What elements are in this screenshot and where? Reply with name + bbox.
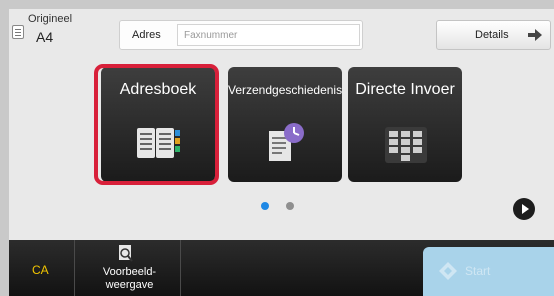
selection-highlight bbox=[94, 64, 219, 185]
page-indicator-dot-active[interactable] bbox=[261, 202, 269, 210]
page-indicator-dot[interactable] bbox=[286, 202, 294, 210]
clear-all-label: CA bbox=[32, 263, 49, 277]
address-bar: Adres Faxnummer bbox=[119, 20, 363, 50]
tile-label: Verzendgeschiedenis bbox=[228, 83, 342, 97]
next-page-button[interactable] bbox=[513, 198, 535, 220]
details-button[interactable]: Details bbox=[436, 20, 551, 50]
address-label: Adres bbox=[132, 29, 161, 41]
details-label: Details bbox=[475, 29, 509, 41]
arrow-right-icon bbox=[528, 29, 542, 41]
original-document-icon bbox=[12, 25, 24, 39]
tile-directe-invoer[interactable]: Directe Invoer bbox=[348, 67, 462, 182]
preview-magnifier-icon bbox=[119, 245, 133, 262]
start-label: Start bbox=[465, 264, 491, 278]
start-diamond-icon bbox=[439, 262, 457, 280]
clear-all-button[interactable]: CA bbox=[9, 240, 75, 296]
tile-label: Directe Invoer bbox=[355, 81, 455, 98]
preview-button[interactable]: Voorbeeld- weergave bbox=[79, 240, 181, 296]
tile-verzendgeschiedenis[interactable]: Verzendgeschiedenis bbox=[228, 67, 342, 182]
preview-label: Voorbeeld- weergave bbox=[102, 266, 157, 291]
fax-screen: Origineel A4 Adres Faxnummer Details Adr… bbox=[9, 9, 554, 296]
keypad-icon bbox=[385, 127, 427, 163]
original-size-value[interactable]: A4 bbox=[36, 29, 53, 45]
start-button[interactable]: Start bbox=[423, 247, 554, 296]
original-label: Origineel bbox=[28, 13, 73, 25]
send-history-icon bbox=[269, 123, 304, 161]
fax-number-input[interactable]: Faxnummer bbox=[177, 24, 360, 46]
bottom-action-bar: CA Voorbeeld- weergave Start bbox=[9, 240, 554, 296]
